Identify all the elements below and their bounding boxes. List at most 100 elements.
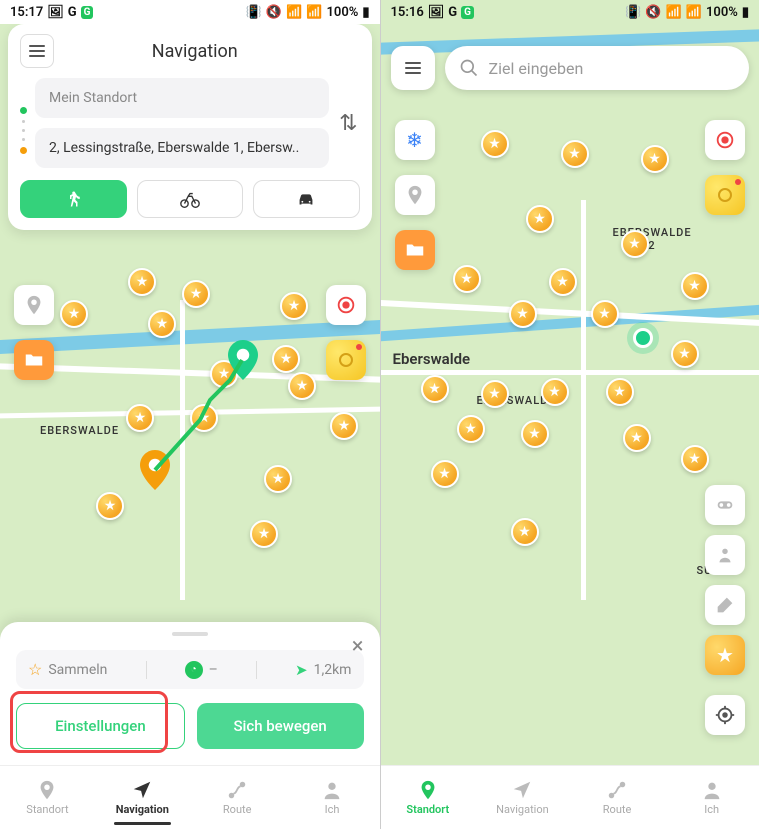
- image-icon: 🖼: [428, 5, 445, 20]
- collect-stat: ☆ Sammeln: [28, 660, 107, 679]
- map-marker-star[interactable]: [681, 445, 709, 473]
- tab-label: Route: [603, 803, 632, 816]
- map-marker-star[interactable]: [606, 378, 634, 406]
- map-marker-star[interactable]: [526, 205, 554, 233]
- status-time: 15:17: [10, 5, 43, 20]
- close-button[interactable]: ×: [352, 634, 364, 659]
- location-icon: [417, 779, 439, 801]
- tab-route[interactable]: Route: [570, 766, 665, 829]
- tab-label: Route: [223, 803, 252, 816]
- map-marker-star[interactable]: [509, 300, 537, 328]
- image-icon: 🖼: [47, 5, 64, 20]
- tab-label: Ich: [325, 803, 340, 816]
- tab-label: Ich: [704, 803, 719, 816]
- route-sheet: × ☆ Sammeln ◔ – ➤ 1,2km Einstellungen Si…: [0, 622, 380, 765]
- snow-button[interactable]: ❄: [395, 120, 435, 160]
- distance-value: 1,2km: [314, 662, 352, 678]
- menu-button[interactable]: [391, 46, 435, 90]
- tab-ich[interactable]: Ich: [664, 766, 759, 829]
- search-row: Ziel eingeben: [391, 46, 750, 90]
- map-marker-star[interactable]: [511, 518, 539, 546]
- status-time: 15:16: [391, 5, 424, 20]
- stats-row: ☆ Sammeln ◔ – ➤ 1,2km: [16, 650, 364, 689]
- tab-label: Navigation: [116, 803, 169, 816]
- swap-button[interactable]: ⇅: [337, 111, 359, 136]
- folder-button[interactable]: [14, 340, 54, 380]
- mode-car-tab[interactable]: [253, 180, 360, 218]
- map-marker-star[interactable]: [623, 424, 651, 452]
- tab-ich[interactable]: Ich: [285, 766, 380, 829]
- tab-route[interactable]: Route: [190, 766, 285, 829]
- app-badge-icon: G: [461, 6, 474, 19]
- battery-pct: 100%: [326, 5, 358, 20]
- g-icon: G: [68, 5, 77, 20]
- tab-standort[interactable]: Standort: [0, 766, 95, 829]
- record-button[interactable]: [705, 120, 745, 160]
- locate-button[interactable]: [705, 695, 745, 735]
- layer-gray-button[interactable]: [14, 285, 54, 325]
- record-button[interactable]: [326, 285, 366, 325]
- vibrate-icon: 📳: [625, 5, 641, 20]
- distance-stat: ➤ 1,2km: [295, 661, 351, 679]
- map-marker-star[interactable]: [621, 230, 649, 258]
- car-icon: [295, 188, 317, 210]
- map[interactable]: Eberswalde EBERSWALDE EBERSWALDE 2 SÜDEN: [381, 0, 759, 829]
- map-marker-star[interactable]: [591, 300, 619, 328]
- status-left: 15:16 🖼 G G: [391, 5, 474, 20]
- status-bar: 15:17 🖼 G G 📳 🔇 📶 📶 100% ▮: [0, 0, 380, 24]
- map-marker-star[interactable]: [457, 415, 485, 443]
- move-button[interactable]: Sich bewegen: [197, 703, 364, 749]
- mode-bike-tab[interactable]: [137, 180, 244, 218]
- phone-right: 15:16 🖼 G G 📳 🔇 📶 📶 100% ▮ Eberswalde EB…: [380, 0, 759, 829]
- signal-icon: 📶: [686, 5, 702, 20]
- pokestop-button[interactable]: [326, 340, 366, 380]
- map-marker-star[interactable]: [681, 272, 709, 300]
- tab-label: Standort: [406, 803, 449, 816]
- search-input[interactable]: Ziel eingeben: [445, 46, 750, 90]
- navigation-icon: [131, 779, 153, 801]
- map-marker-star[interactable]: [521, 420, 549, 448]
- map-marker-star[interactable]: [453, 265, 481, 293]
- bottom-nav: Standort Navigation Route Ich: [0, 765, 380, 829]
- settings-button[interactable]: Einstellungen: [16, 703, 185, 749]
- vibrate-icon: 📳: [246, 5, 262, 20]
- tab-label: Navigation: [496, 803, 549, 816]
- current-location-dot: [633, 328, 653, 348]
- sheet-handle[interactable]: [172, 632, 208, 636]
- person-icon: [701, 779, 723, 801]
- from-field[interactable]: Mein Standort: [35, 78, 329, 118]
- tab-label: Standort: [26, 803, 68, 816]
- joystick-button[interactable]: [705, 485, 745, 525]
- star-orange-button[interactable]: ★: [705, 635, 745, 675]
- map-marker-star[interactable]: [671, 340, 699, 368]
- collect-label: Sammeln: [48, 662, 107, 678]
- mode-walk-tab[interactable]: [20, 180, 127, 218]
- map-marker-star[interactable]: [549, 268, 577, 296]
- tab-standort[interactable]: Standort: [381, 766, 476, 829]
- search-placeholder: Ziel eingeben: [489, 59, 584, 78]
- map-marker-star[interactable]: [541, 378, 569, 406]
- map-marker-star[interactable]: [481, 380, 509, 408]
- map-marker-star[interactable]: [431, 460, 459, 488]
- layer-gray-button[interactable]: [395, 175, 435, 215]
- folder-button[interactable]: [395, 230, 435, 270]
- battery-pct: 100%: [706, 5, 738, 20]
- tab-navigation[interactable]: Navigation: [475, 766, 570, 829]
- map-marker-star[interactable]: [641, 145, 669, 173]
- to-field[interactable]: 2, Lessingstraße, Eberswalde 1, Ebersw..: [35, 128, 329, 168]
- map-marker-star[interactable]: [421, 375, 449, 403]
- route-icon: [226, 779, 248, 801]
- star-icon: ☆: [28, 660, 42, 679]
- wifi-icon: 📶: [666, 5, 682, 20]
- menu-button[interactable]: [20, 34, 54, 68]
- signal-icon: 📶: [306, 5, 322, 20]
- status-bar: 15:16 🖼 G G 📳 🔇 📶 📶 100% ▮: [381, 0, 759, 24]
- pokestop-button[interactable]: [705, 175, 745, 215]
- map-marker-star[interactable]: [481, 130, 509, 158]
- person-icon: [321, 779, 343, 801]
- battery-icon: ▮: [362, 5, 369, 20]
- tab-navigation[interactable]: Navigation: [95, 766, 190, 829]
- person-button[interactable]: [705, 535, 745, 575]
- map-marker-star[interactable]: [561, 140, 589, 168]
- tool-button[interactable]: [705, 585, 745, 625]
